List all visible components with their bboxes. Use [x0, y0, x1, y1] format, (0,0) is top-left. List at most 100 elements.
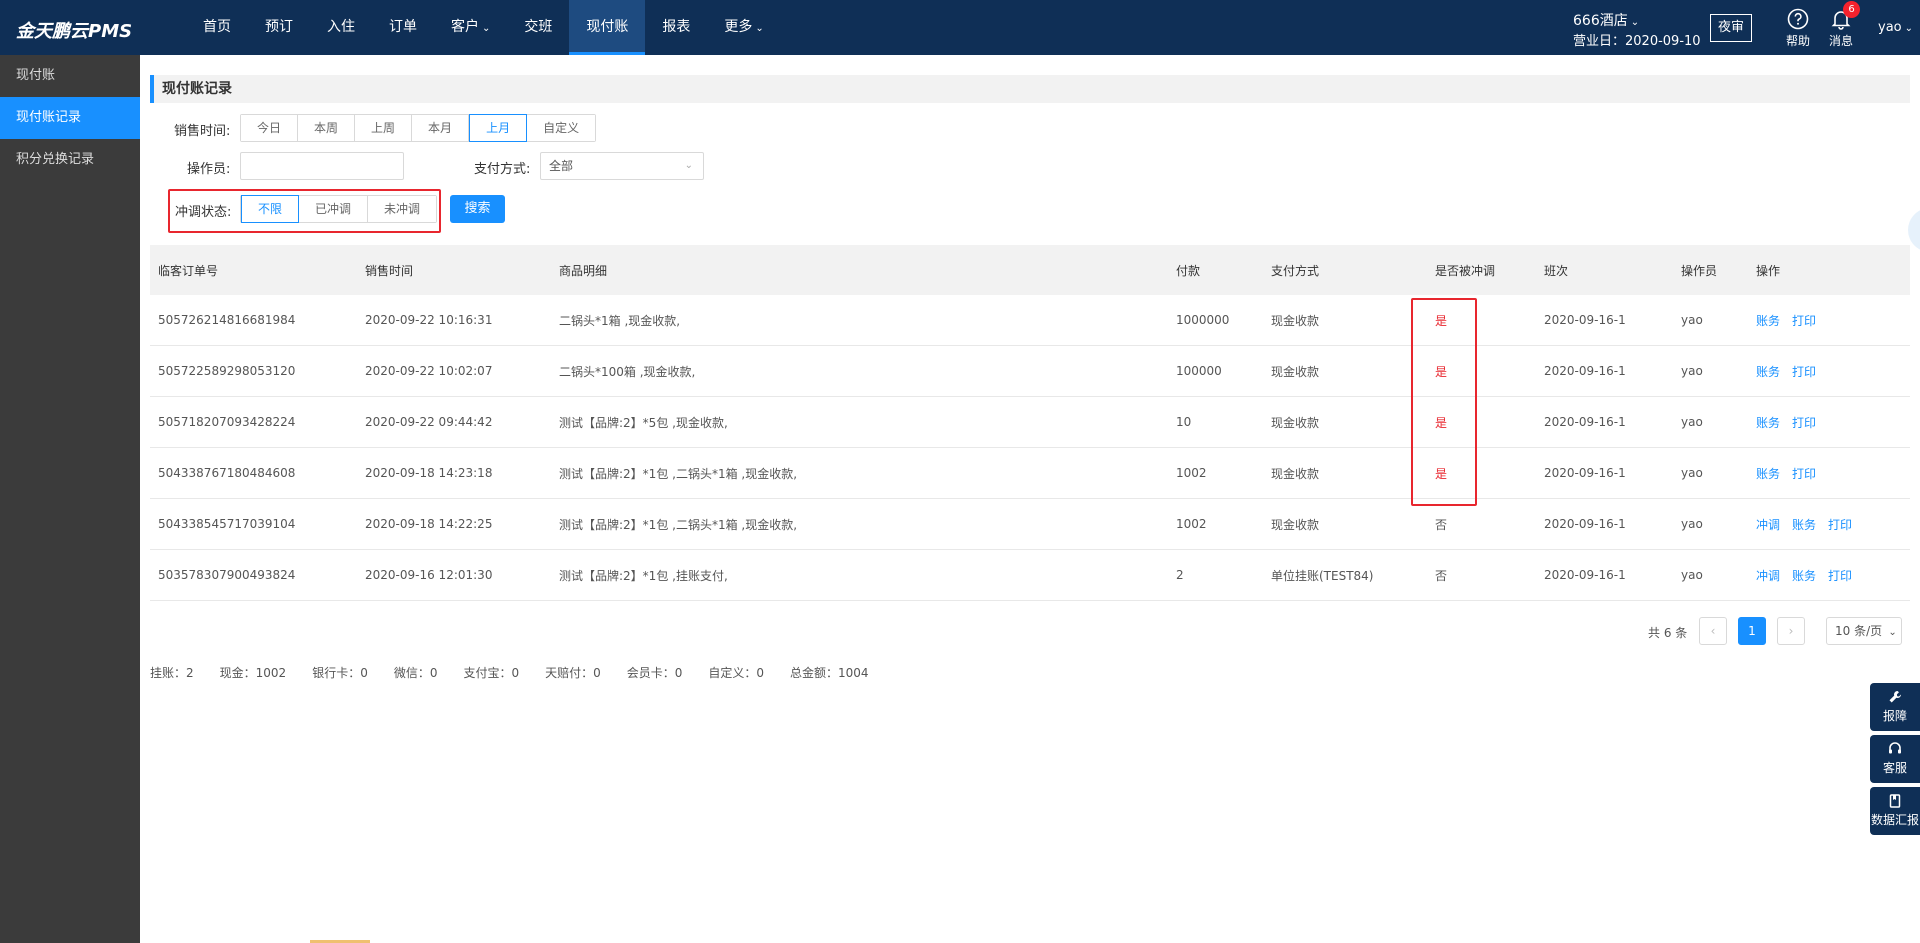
nav-label: 更多 [724, 19, 753, 35]
nav-reservation[interactable]: 预订 [248, 0, 310, 55]
reversal-option-not-reversed[interactable]: 未冲调 [368, 196, 437, 222]
sale-time-label: 销售时间: [174, 124, 231, 139]
chevron-down-icon: ⌄ [755, 23, 764, 34]
cell-amount: 2 [1176, 568, 1184, 582]
reversal-status-filter: 不限 已冲调 未冲调 [240, 195, 438, 223]
report-issue-button[interactable]: 报障 [1870, 683, 1920, 731]
user-menu[interactable]: yao ⌄ [1878, 20, 1913, 35]
reversal-option-reversed[interactable]: 已冲调 [299, 196, 369, 222]
nav-label: 客户 [451, 19, 479, 35]
print-link[interactable]: 打印 [1792, 467, 1816, 481]
cell-item-detail: 测试【品牌:2】*1包 ,二锅头*1箱 ,现金收款, [559, 517, 798, 532]
payment-method-value: 全部 [549, 159, 574, 173]
totals-summary: 挂账：2 现金：1002 银行卡：0 微信：0 支付宝：0 天赔付：0 会员卡：… [150, 664, 895, 681]
data-report-button[interactable]: 数据汇报 [1870, 787, 1920, 835]
help-label: 帮助 [1785, 34, 1810, 48]
sale-time-option-last-month[interactable]: 上月 [469, 114, 528, 142]
summary-alipay: 支付宝：0 [463, 666, 520, 680]
print-link[interactable]: 打印 [1792, 416, 1816, 430]
cell-item-detail: 二锅头*1箱 ,现金收款, [559, 313, 681, 328]
cell-shift: 2020-09-16-1 [1544, 364, 1626, 378]
payment-method-select[interactable]: 全部 ⌄ [540, 152, 704, 180]
nav-reports[interactable]: 报表 [645, 0, 707, 55]
hotel-selector[interactable]: 666酒店 ⌄ [1573, 10, 1639, 30]
cell-order-number: 505726214816681984 [158, 313, 296, 327]
page-1-button[interactable]: 1 [1738, 617, 1766, 645]
print-link[interactable]: 打印 [1828, 518, 1852, 532]
records-table: 临客订单号 销售时间 商品明细 付款 支付方式 是否被冲调 班次 操作员 操作 … [150, 245, 1910, 601]
search-button[interactable]: 搜索 [450, 195, 505, 223]
report-issue-label: 报障 [1882, 709, 1907, 723]
cell-sale-time: 2020-09-22 10:02:07 [365, 364, 493, 378]
nav-orders[interactable]: 订单 [372, 0, 434, 55]
next-page-button[interactable]: › [1777, 617, 1805, 645]
reversal-option-all[interactable]: 不限 [241, 195, 300, 223]
print-link[interactable]: 打印 [1792, 365, 1816, 379]
summary-member-card: 会员卡：0 [626, 666, 683, 680]
nav-label: 首页 [203, 19, 231, 35]
messages-button[interactable]: 6 消息 [1823, 1, 1860, 49]
nav-more[interactable]: 更多 ⌄ [707, 0, 780, 55]
prev-page-button[interactable]: ‹ [1699, 617, 1727, 645]
sale-time-option-custom[interactable]: 自定义 [527, 115, 596, 141]
account-link[interactable]: 账务 [1756, 365, 1780, 379]
nav-shift-handover[interactable]: 交班 [507, 0, 569, 55]
table-row: 505718207093428224 2020-09-22 09:44:42 测… [150, 397, 1910, 448]
cell-actions: 账务 打印 [1748, 312, 1910, 329]
cell-order-number: 504338545717039104 [158, 517, 296, 531]
cell-shift: 2020-09-16-1 [1544, 415, 1626, 429]
print-link[interactable]: 打印 [1828, 569, 1852, 583]
help-button[interactable]: 帮助 [1780, 8, 1816, 49]
cell-actions: 账务 打印 [1748, 414, 1910, 431]
cell-actions: 冲调 账务 打印 [1748, 516, 1910, 533]
question-circle-icon [1787, 8, 1809, 30]
table-header: 临客订单号 销售时间 商品明细 付款 支付方式 是否被冲调 班次 操作员 操作 [150, 245, 1910, 295]
sale-time-option-this-week[interactable]: 本周 [298, 115, 356, 141]
cell-operator: yao [1681, 313, 1703, 327]
reverse-link[interactable]: 冲调 [1756, 518, 1780, 532]
sale-time-option-today[interactable]: 今日 [241, 115, 299, 141]
cell-order-number: 503578307900493824 [158, 568, 296, 582]
cell-shift: 2020-09-16-1 [1544, 568, 1626, 582]
business-date: 营业日：2020-09-10 [1573, 34, 1701, 49]
cell-operator: yao [1681, 364, 1703, 378]
cell-payment-method: 现金收款 [1271, 466, 1320, 481]
cell-reversed: 否 [1435, 517, 1448, 532]
customer-service-button[interactable]: 客服 [1870, 735, 1920, 783]
print-link[interactable]: 打印 [1792, 314, 1816, 328]
nav-checkin[interactable]: 入住 [310, 0, 372, 55]
account-link[interactable]: 账务 [1756, 467, 1780, 481]
section-title: 现付账记录 [150, 75, 1910, 103]
account-link[interactable]: 账务 [1792, 518, 1816, 532]
page-size-select[interactable]: 10 条/页 ⌄ [1826, 617, 1902, 645]
cell-sale-time: 2020-09-16 12:01:30 [365, 568, 493, 582]
summary-bank-card: 银行卡：0 [312, 666, 368, 680]
sidebar-item-cash-account[interactable]: 现付账 [0, 55, 140, 97]
sidebar-item-cash-account-records[interactable]: 现付账记录 [0, 97, 140, 139]
account-link[interactable]: 账务 [1792, 569, 1816, 583]
nav-label: 入住 [327, 19, 355, 35]
cell-amount: 1002 [1176, 517, 1207, 531]
operator-input[interactable] [240, 152, 404, 180]
payment-method-label: 支付方式: [474, 162, 531, 177]
table-row: 504338545717039104 2020-09-18 14:22:25 测… [150, 499, 1910, 550]
customer-service-label: 客服 [1882, 761, 1907, 775]
nav-customers[interactable]: 客户 ⌄ [434, 0, 507, 55]
messages-count-badge: 6 [1843, 1, 1860, 18]
sale-time-option-last-week[interactable]: 上周 [355, 115, 413, 141]
col-amount: 付款 [1176, 263, 1201, 278]
reverse-link[interactable]: 冲调 [1756, 569, 1780, 583]
nav-label: 报表 [662, 19, 691, 35]
col-reversed: 是否被冲调 [1435, 263, 1496, 278]
sale-time-option-this-month[interactable]: 本月 [412, 115, 470, 141]
sidebar-item-points-exchange[interactable]: 积分兑换记录 [0, 139, 140, 181]
night-audit-button[interactable]: 夜审 [1710, 14, 1752, 42]
app-logo[interactable]: 金天鹏云PMS [16, 17, 132, 43]
nav-cash-account[interactable]: 现付账 [569, 0, 646, 55]
account-link[interactable]: 账务 [1756, 314, 1780, 328]
nav-label: 预订 [265, 19, 293, 35]
table-row: 505722589298053120 2020-09-22 10:02:07 二… [150, 346, 1910, 397]
cell-shift: 2020-09-16-1 [1544, 517, 1626, 531]
nav-home[interactable]: 首页 [186, 0, 248, 55]
account-link[interactable]: 账务 [1756, 416, 1780, 430]
